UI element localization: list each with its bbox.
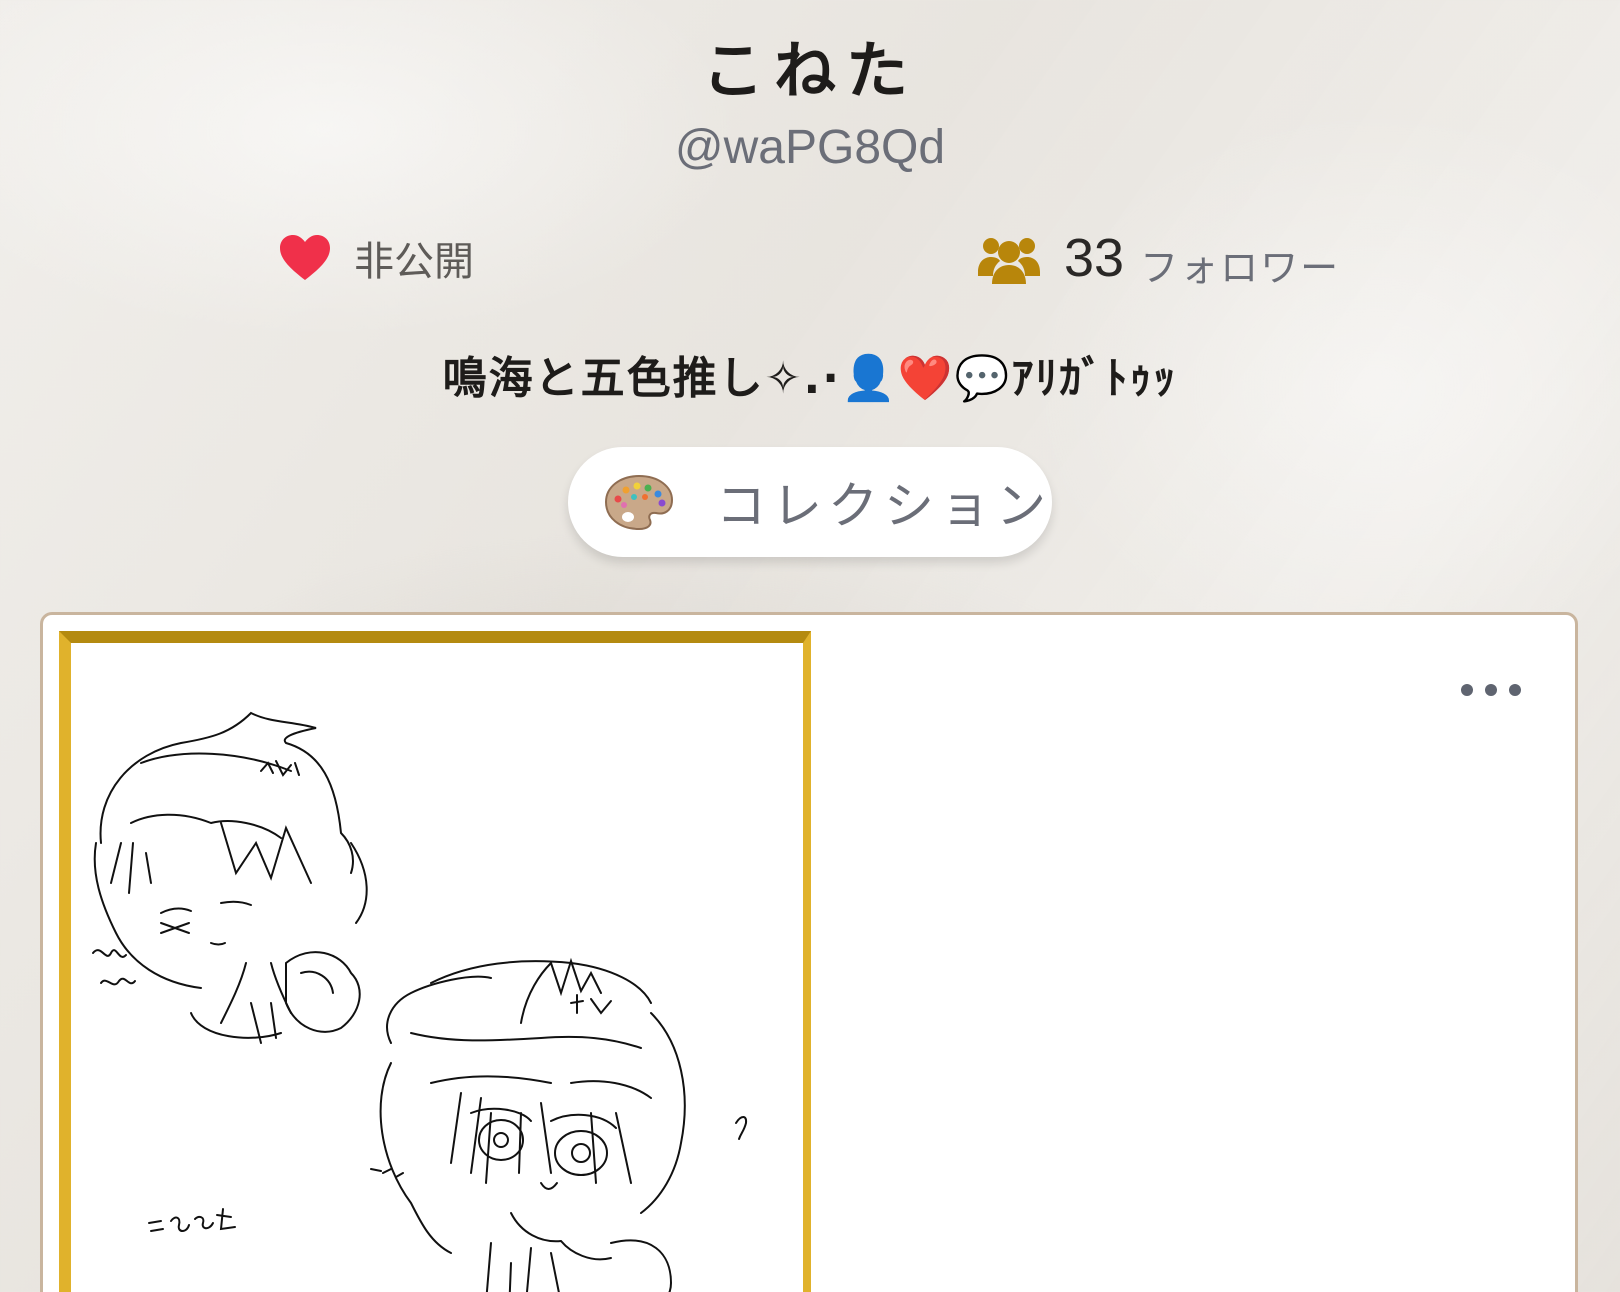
likes-stat[interactable]: 非公開 <box>278 230 474 286</box>
followers-count: 33 <box>1064 228 1125 288</box>
profile-handle: @waPG8Qd <box>674 121 946 174</box>
artwork-image[interactable] <box>59 631 811 1292</box>
sketch-drawing <box>92 711 748 1292</box>
heart-icon <box>280 235 330 280</box>
collection-button[interactable]: コレクション <box>568 447 1052 557</box>
followers-label: フォロワー <box>1140 245 1341 290</box>
more-options-icon <box>1461 684 1473 696</box>
likes-label: 非公開 <box>354 239 474 285</box>
post-card <box>40 612 1578 1292</box>
collection-label: コレクション <box>716 477 1052 535</box>
profile-bio: 鳴海と五色推し✧.·👤❤️💬ｱﾘｶﾞﾄｩｯ <box>442 353 1178 404</box>
more-options-button[interactable] <box>1461 675 1521 705</box>
profile-name: こねた <box>701 34 918 107</box>
users-icon <box>978 238 1040 284</box>
palette-icon <box>604 474 674 531</box>
followers-stat[interactable]: 33 フォロワー <box>976 226 1340 290</box>
